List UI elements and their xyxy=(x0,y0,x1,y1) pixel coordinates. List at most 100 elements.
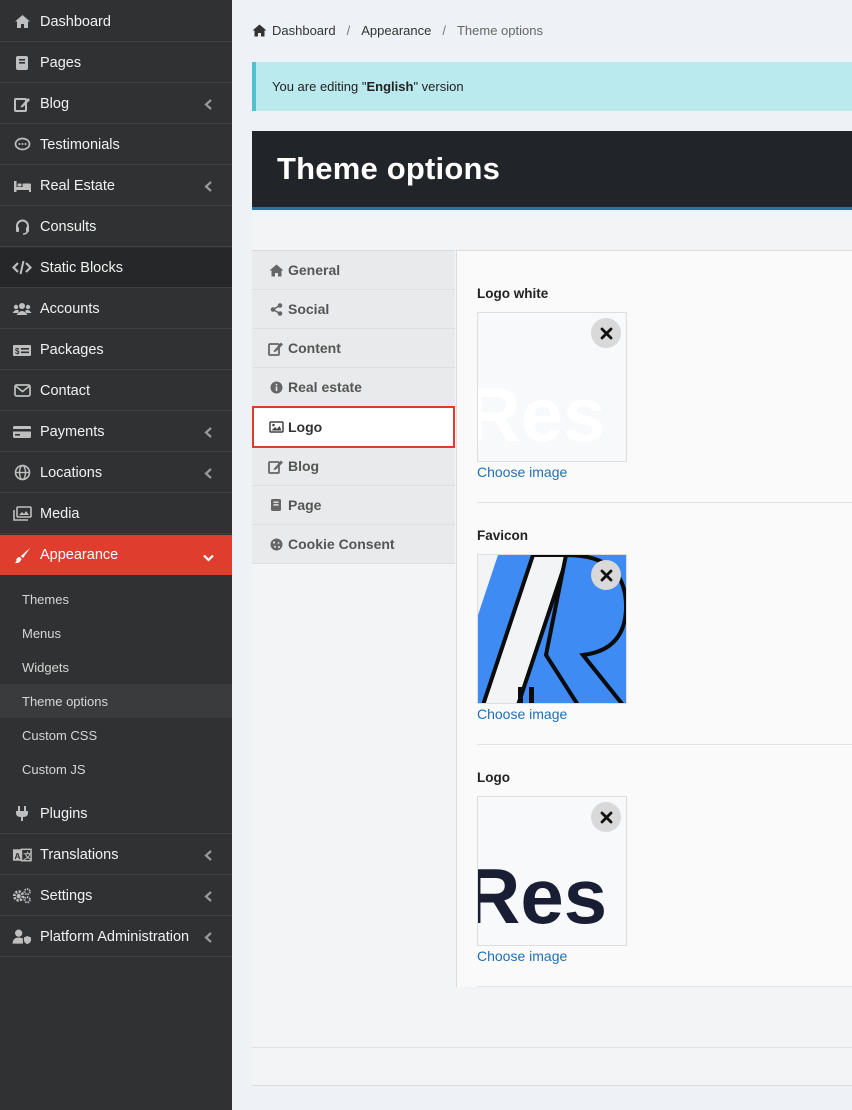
edit-icon xyxy=(268,459,284,474)
choose-image-favicon[interactable]: Choose image xyxy=(477,706,567,722)
panel-body: General Social Content Real estate Logo … xyxy=(252,212,852,1086)
sidebar-item-real-estate[interactable]: Real Estate xyxy=(0,166,232,206)
cogs-icon xyxy=(12,887,32,905)
favicon-preview[interactable] xyxy=(477,554,627,704)
sidebar-item-packages[interactable]: $ Packages xyxy=(0,330,232,370)
cookie-icon xyxy=(268,538,284,551)
breadcrumb-current: Theme options xyxy=(456,23,543,38)
field-label-logo-white: Logo white xyxy=(477,286,549,301)
sidebar-item-settings[interactable]: Settings xyxy=(0,876,232,916)
chevron-left-icon xyxy=(204,180,212,196)
image-icon xyxy=(268,421,284,433)
svg-text:$: $ xyxy=(15,347,20,356)
submenu-item-custom-css[interactable]: Custom CSS xyxy=(0,718,232,752)
submenu-item-custom-js[interactable]: Custom JS xyxy=(0,752,232,786)
share-icon xyxy=(268,302,284,316)
breadcrumb-link-dashboard[interactable]: Dashboard xyxy=(272,23,336,38)
sidebar-item-consults[interactable]: Consults xyxy=(0,207,232,247)
remove-favicon-button[interactable] xyxy=(591,560,621,590)
money-icon: $ xyxy=(12,341,32,359)
page-title: Theme options xyxy=(277,151,501,186)
sidebar-item-media[interactable]: Media xyxy=(0,494,232,534)
breadcrumb: Dashboard / Appearance / Theme options xyxy=(252,23,543,38)
submenu-item-widgets[interactable]: Widgets xyxy=(0,650,232,684)
tab-blog[interactable]: Blog xyxy=(252,447,455,486)
sidebar-item-platform-administration[interactable]: Platform Administration xyxy=(0,917,232,957)
field-divider xyxy=(477,744,852,745)
sidebar-item-locations[interactable]: Locations xyxy=(0,453,232,493)
sidebar-item-appearance[interactable]: Appearance xyxy=(0,535,232,575)
options-tabs: General Social Content Real estate Logo … xyxy=(252,250,455,564)
chevron-left-icon xyxy=(204,426,212,442)
credit-card-icon xyxy=(12,423,32,441)
svg-text:文: 文 xyxy=(23,849,32,860)
breadcrumb-separator: / xyxy=(442,23,446,38)
svg-text:A: A xyxy=(14,850,20,860)
sidebar-item-contact[interactable]: Contact xyxy=(0,371,232,411)
plug-icon xyxy=(12,805,32,823)
user-shield-icon xyxy=(12,928,32,946)
submenu-item-menus[interactable]: Menus xyxy=(0,616,232,650)
tab-general[interactable]: General xyxy=(252,251,455,290)
globe-icon xyxy=(12,464,32,482)
submenu-item-themes[interactable]: Themes xyxy=(0,582,232,616)
remove-logo-button[interactable] xyxy=(591,802,621,832)
chevron-left-icon xyxy=(204,931,212,947)
alert-suffix: " version xyxy=(413,79,464,94)
logo-white-preview[interactable]: Res xyxy=(477,312,627,462)
sidebar-item-dashboard[interactable]: Dashboard xyxy=(0,2,232,42)
tab-page[interactable]: Page xyxy=(252,486,455,525)
breadcrumb-separator: / xyxy=(346,23,351,38)
field-label-favicon: Favicon xyxy=(477,528,529,543)
language-icon: A文 xyxy=(12,846,32,864)
breadcrumb-link-appearance[interactable]: Appearance xyxy=(361,23,431,38)
tab-social[interactable]: Social xyxy=(252,290,455,329)
sidebar-item-pages[interactable]: Pages xyxy=(0,43,232,83)
sidebar-item-payments[interactable]: Payments xyxy=(0,412,232,452)
choose-image-logo[interactable]: Choose image xyxy=(477,948,567,964)
paintbrush-icon xyxy=(12,546,32,564)
users-icon xyxy=(12,300,32,318)
sidebar-item-blog[interactable]: Blog xyxy=(0,84,232,124)
bed-icon xyxy=(12,177,32,195)
panel-header: Theme options xyxy=(252,131,852,210)
chevron-left-icon xyxy=(204,98,212,114)
close-icon xyxy=(600,811,613,824)
remove-logo-white-button[interactable] xyxy=(591,318,621,348)
sidebar-item-testimonials[interactable]: Testimonials xyxy=(0,125,232,165)
close-icon xyxy=(600,569,613,582)
images-icon xyxy=(12,505,32,523)
envelope-icon xyxy=(12,382,32,400)
field-divider xyxy=(477,502,852,503)
chevron-down-icon xyxy=(203,550,214,566)
svg-text:Res: Res xyxy=(478,852,607,940)
home-icon xyxy=(268,264,284,277)
sidebar-item-static-blocks[interactable]: Static Blocks xyxy=(0,248,232,288)
home-icon xyxy=(12,13,32,31)
sidebar: Dashboard Pages Blog Testimonials Real E… xyxy=(0,0,232,1110)
field-divider xyxy=(477,986,852,987)
sidebar-item-accounts[interactable]: Accounts xyxy=(0,289,232,329)
book-icon xyxy=(12,54,32,72)
panel-footer-divider xyxy=(252,1047,852,1048)
alert-prefix: You are editing " xyxy=(272,79,367,94)
sidebar-item-translations[interactable]: A文 Translations xyxy=(0,835,232,875)
close-icon xyxy=(600,327,613,340)
comment-icon xyxy=(12,136,32,154)
sidebar-item-plugins[interactable]: Plugins xyxy=(0,794,232,834)
tab-cookie-consent[interactable]: Cookie Consent xyxy=(252,525,455,564)
code-icon xyxy=(12,259,32,277)
logo-preview[interactable]: Res xyxy=(477,796,627,946)
tab-logo[interactable]: Logo xyxy=(252,406,455,448)
choose-image-logo-white[interactable]: Choose image xyxy=(477,464,567,480)
chevron-left-icon xyxy=(204,890,212,906)
tab-real-estate[interactable]: Real estate xyxy=(252,368,455,407)
svg-text:Res: Res xyxy=(478,373,605,458)
info-icon xyxy=(268,381,284,394)
field-label-logo: Logo xyxy=(477,770,510,785)
tab-content[interactable]: Content xyxy=(252,329,455,368)
main-content: Dashboard / Appearance / Theme options Y… xyxy=(232,0,852,1110)
headset-icon xyxy=(12,218,32,236)
tab-content-logo: Logo white Res Choose image Favicon Choo… xyxy=(456,250,852,987)
submenu-item-theme-options[interactable]: Theme options xyxy=(0,684,232,718)
